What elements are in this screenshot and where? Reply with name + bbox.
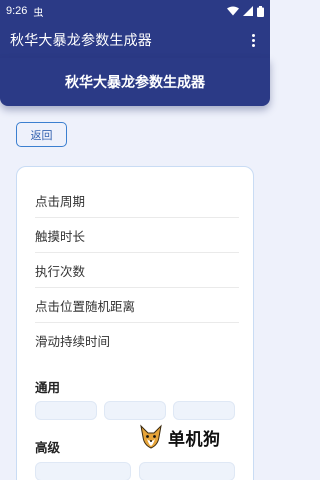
setting-item-execution-count[interactable]: 执行次数 xyxy=(35,253,239,288)
setting-label: 触摸时长 xyxy=(35,228,86,244)
general-option-chip[interactable] xyxy=(173,401,235,420)
header-banner: 秋华大暴龙参数生成器 xyxy=(0,58,270,106)
cellular-signal-icon xyxy=(243,6,253,16)
advanced-option-chip[interactable] xyxy=(35,462,131,480)
setting-label: 点击周期 xyxy=(35,193,86,209)
general-option-chip[interactable] xyxy=(104,401,166,420)
section-advanced-label: 高级 xyxy=(35,440,61,455)
section-general-label: 通用 xyxy=(35,380,61,395)
setting-item-swipe-duration[interactable]: 滑动持续时间 xyxy=(35,323,239,358)
wifi-icon xyxy=(227,6,239,16)
status-time: 9:26 xyxy=(6,5,28,17)
settings-list: 点击周期 触摸时长 执行次数 点击位置随机距离 滑动持续时间 xyxy=(35,183,239,358)
setting-label: 执行次数 xyxy=(35,263,86,279)
app-bar: 秋华大暴龙参数生成器 xyxy=(0,22,270,58)
status-bar: 9:26 虫 xyxy=(0,0,270,22)
more-vert-icon[interactable] xyxy=(246,31,260,49)
fox-logo-icon xyxy=(140,424,162,449)
back-button[interactable]: 返回 xyxy=(16,122,67,147)
setting-label: 滑动持续时间 xyxy=(35,334,111,349)
general-option-chip[interactable] xyxy=(35,401,97,420)
page-title: 秋华大暴龙参数生成器 xyxy=(65,75,205,91)
watermark-text: 单机狗 xyxy=(168,429,221,450)
setting-label: 点击位置随机距离 xyxy=(35,298,136,314)
battery-icon xyxy=(257,5,264,17)
setting-item-touch-duration[interactable]: 触摸时长 xyxy=(35,218,239,253)
advanced-option-chip[interactable] xyxy=(139,462,235,480)
watermark: 单机狗 xyxy=(138,424,221,450)
app-title: 秋华大暴龙参数生成器 xyxy=(10,33,152,49)
setting-item-random-click-distance[interactable]: 点击位置随机距离 xyxy=(35,288,239,323)
setting-item-click-period[interactable]: 点击周期 xyxy=(35,183,239,218)
notification-icon: 虫 xyxy=(33,7,44,19)
